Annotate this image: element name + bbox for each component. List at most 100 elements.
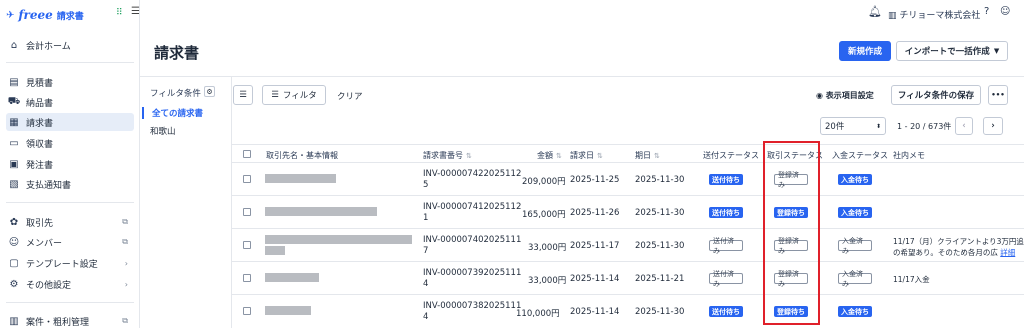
amount: 165,000円 [522, 210, 566, 220]
sidebar-item-label: 領収書 [26, 139, 54, 150]
row-checkbox[interactable] [243, 274, 251, 282]
issue-date: 2025-11-14 [570, 307, 620, 317]
redacted-partner-name [265, 207, 377, 216]
sidebar-item-other-settings[interactable]: ⚙ その他設定 › [6, 275, 134, 293]
divider [232, 144, 1024, 145]
import-button[interactable]: インポートで一括作成 ▼ [896, 41, 1008, 61]
toggle-filter-pane-button[interactable]: ☰ [233, 85, 253, 105]
sidebar-item-template-settings[interactable]: ▢ テンプレート設定 › [6, 254, 134, 272]
sidebar-item-partners[interactable]: ✿ 取引先 ⧉ [6, 213, 134, 231]
column-header-amount[interactable]: 金額 ⇅ [537, 150, 562, 161]
column-header-payment-status[interactable]: 入金ステータス [832, 150, 888, 161]
display-settings-label: 表示項目設定 [825, 91, 874, 100]
amount: 33,000円 [528, 276, 567, 286]
sort-icon: ⇅ [597, 152, 603, 160]
column-header-memo[interactable]: 社内メモ [893, 150, 925, 161]
filter-icon: ☰ [271, 90, 279, 100]
invoice-number[interactable]: INV-000007382025111 [423, 301, 521, 311]
sidebar-item-home[interactable]: ⌂ 会計ホーム [6, 36, 134, 54]
sidebar-item-receipt[interactable]: ▭ 領収書 [6, 134, 134, 152]
issue-date: 2025-11-17 [570, 241, 620, 251]
sidebar-item-payment-notice[interactable]: ▧ 支払通知書 [6, 175, 134, 193]
select-all-checkbox[interactable] [243, 150, 251, 158]
prev-page-button[interactable]: ‹ [955, 117, 973, 135]
partner-icon: ✿ [9, 216, 19, 228]
memo-line-2: の希望あり。そのため各月の広 詳細 [893, 247, 1015, 258]
sidebar: ✈ freee 請求書 ⠿ ☰ ⌂ 会計ホーム ▤ 見積書 ⛟ 納品書 ▦ 請求書 ▭ 領… [0, 0, 140, 328]
caret-down-icon: ▼ [993, 47, 1000, 55]
new-invoice-button[interactable]: 新規作成 [839, 41, 891, 61]
issue-date: 2025-11-25 [570, 175, 620, 185]
column-header-label: 請求日 [570, 151, 594, 160]
payment-status-badge: 入金待ち [838, 207, 872, 218]
account-icon[interactable]: ☺ [1000, 6, 1010, 17]
row-checkbox[interactable] [243, 175, 251, 183]
amount: 33,000円 [528, 243, 567, 253]
truck-icon: ⛟ [7, 95, 21, 107]
logo-text: freee [18, 8, 53, 22]
sidebar-item-label: メンバー [26, 238, 63, 249]
org-switcher[interactable]: ▥ チリョーマ株式会社 [888, 8, 980, 21]
memo-detail-link[interactable]: 詳細 [1000, 248, 1015, 257]
external-link-icon: ⧉ [122, 217, 128, 226]
invoice-number[interactable]: INV-000007412025112 [423, 202, 521, 212]
column-header-trade-status[interactable]: 取引ステータス [767, 150, 823, 161]
filter-item-wakayama[interactable]: 和歌山 [142, 125, 176, 137]
divider [232, 76, 1024, 77]
divider [232, 261, 1024, 262]
sidebar-item-project[interactable]: ▥ 案件・粗利管理 ⧉ [6, 312, 134, 330]
filter-settings-icon[interactable]: ⚙ [204, 86, 215, 97]
column-header-send-status[interactable]: 送付ステータス [703, 150, 759, 161]
column-header-label: 期日 [635, 151, 651, 160]
more-options-button[interactable]: ••• [988, 85, 1008, 105]
chevron-updown-icon: ⬍ [875, 122, 881, 130]
send-status-badge: 送付待ち [709, 306, 743, 317]
sidebar-item-order[interactable]: ▣ 発注書 [6, 155, 134, 173]
app-grid-icon[interactable]: ⠿ [116, 9, 125, 18]
per-page-select[interactable]: 20件 ⬍ [820, 117, 886, 135]
sort-icon: ⇅ [654, 152, 660, 160]
trade-status-badge: 登録済み [774, 270, 808, 288]
filter-button[interactable]: ☰ フィルタ [262, 85, 326, 105]
external-link-icon: ⧉ [122, 316, 128, 325]
filter-item-all[interactable]: 全ての請求書 [142, 107, 203, 119]
invoice-number-cont: 5 [423, 180, 429, 190]
column-header-invoice-number[interactable]: 請求書番号 ⇅ [423, 150, 472, 161]
issue-date: 2025-11-26 [570, 208, 620, 218]
column-header-partner[interactable]: 取引先名・基本情報 [266, 150, 338, 161]
row-checkbox[interactable] [243, 307, 251, 315]
sidebar-item-delivery[interactable]: ⛟ 納品書 [6, 93, 134, 111]
memo-text: の希望あり。そのため各月の広 [893, 248, 998, 257]
row-checkbox[interactable] [243, 241, 251, 249]
invoice-number-cont: 7 [423, 246, 429, 256]
row-checkbox[interactable] [243, 208, 251, 216]
help-icon[interactable]: ? [984, 6, 989, 17]
invoice-number[interactable]: INV-000007422025112 [423, 169, 521, 179]
sidebar-item-invoice[interactable]: ▦ 請求書 [6, 113, 134, 131]
invoice-number[interactable]: INV-000007402025111 [423, 235, 521, 245]
column-header-issue-date[interactable]: 請求日 ⇅ [570, 150, 603, 161]
display-settings-button[interactable]: ◉ 表示項目設定 [816, 90, 874, 101]
invoice-icon: ▦ [9, 116, 19, 128]
invoice-number-cont: 4 [423, 279, 429, 289]
bell-icon[interactable]: 🔔︎ [868, 5, 882, 18]
amount: 110,000円 [516, 309, 560, 319]
chevron-right-icon: › [991, 121, 995, 131]
clear-link[interactable]: クリア [337, 90, 363, 102]
filter-pane-header: フィルタ条件 [150, 89, 201, 99]
chevron-right-icon: › [124, 279, 128, 289]
project-icon: ▥ [9, 315, 19, 327]
save-filter-button[interactable]: フィルタ条件の保存 [891, 85, 981, 105]
sidebar-item-members[interactable]: ☺ メンバー ⧉ [6, 233, 134, 251]
column-header-due-date[interactable]: 期日 ⇅ [635, 150, 660, 161]
trade-status-badge: 登録済み [774, 237, 808, 255]
sort-icon: ⇅ [556, 152, 562, 160]
filter-button-label: フィルタ [282, 91, 317, 101]
next-page-button[interactable]: › [983, 117, 1003, 135]
memo-line-1: 11/17（月）クライアントより3万円追加能 [893, 237, 1024, 246]
invoice-number[interactable]: INV-000007392025111 [423, 268, 521, 278]
sidebar-item-quote[interactable]: ▤ 見積書 [6, 73, 134, 91]
chevron-left-icon: ‹ [962, 121, 966, 131]
app-logo[interactable]: ✈ freee 請求書 [6, 6, 84, 24]
external-link-icon: ⧉ [122, 237, 128, 246]
